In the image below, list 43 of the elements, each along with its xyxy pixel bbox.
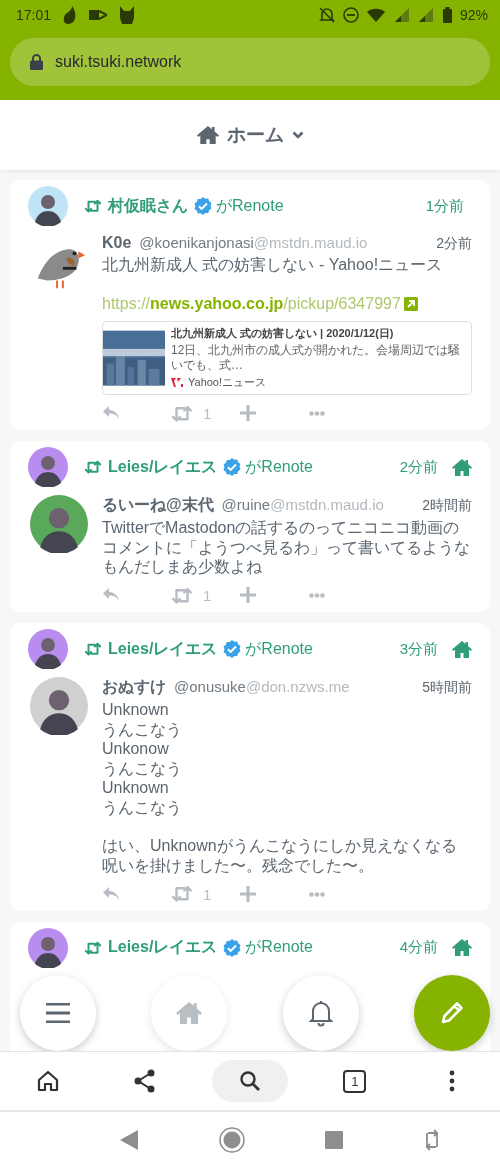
- note-text: TwitterでMastodonの話するのってニコニコ動画のコメントに「ようつべ見るわ」って書いてるようなもんだしまあ少数よね: [102, 518, 471, 577]
- renote-time[interactable]: 1分前: [425, 196, 464, 216]
- author-handle: @onusuke@don.nzws.me: [174, 678, 350, 696]
- renoter-name[interactable]: Leies/レイエス: [108, 937, 218, 959]
- renoter-name[interactable]: Leies/レイエス: [108, 638, 218, 660]
- renote-label: がRenote: [245, 456, 313, 477]
- site-name: Yahoo!ニュース: [188, 374, 267, 390]
- note-text: うんこなう: [102, 758, 183, 779]
- renote-label: がRenote: [216, 195, 284, 216]
- preview-title: 北九州新成人 式の妨害しない | 2020/1/12(日): [171, 325, 395, 341]
- note-text: Unknown: [102, 778, 170, 798]
- renote-time[interactable]: 3分前: [399, 639, 438, 659]
- note-text: うんこなう: [102, 797, 183, 818]
- battery-level: 92%: [459, 7, 488, 23]
- renoter-name[interactable]: Leies/レイエス: [108, 456, 218, 478]
- clock: 17:01: [16, 7, 52, 23]
- renote-label: がRenote: [245, 937, 313, 958]
- timeline-title[interactable]: ホーム: [226, 122, 284, 148]
- note-time[interactable]: 2時間前: [422, 497, 472, 516]
- note-time[interactable]: 2分前: [436, 235, 472, 253]
- renote-time[interactable]: 2分前: [399, 457, 438, 477]
- renote-button[interactable]: 1: [171, 586, 240, 605]
- note-text: はい、Unknownがうんこなうにしか見えなくなる呪いを掛けました〜。残念でした〜。: [102, 836, 458, 876]
- renote-label: がRenote: [245, 638, 313, 659]
- note-time[interactable]: 5時間前: [422, 679, 472, 698]
- note-text: 北九州新成人 式の妨害しない - Yahoo!ニュース: [102, 255, 444, 275]
- author-name[interactable]: おぬすけ: [102, 677, 166, 699]
- note-text: Unkonow: [102, 739, 170, 759]
- preview-description: 12日、北九州市の成人式が開かれた。会場周辺では騒いでも、式…: [171, 342, 462, 373]
- tabs-button[interactable]: 1: [324, 1060, 385, 1102]
- address-bar[interactable]: suki.tsuki.network: [10, 38, 490, 86]
- note-text: Unknown: [102, 700, 170, 720]
- author-name[interactable]: K0e: [102, 234, 132, 252]
- author-handle: @ruine@mstdn.maud.io: [221, 496, 384, 514]
- author-name[interactable]: るいーね@末代: [102, 495, 214, 517]
- renote-time[interactable]: 4分前: [399, 938, 438, 958]
- note-text: うんこなう: [102, 719, 183, 740]
- renoter-name[interactable]: 村仮眠さん: [108, 195, 188, 217]
- link[interactable]: https://news.yahoo.co.jp/pickup/6347997: [102, 294, 401, 313]
- renote-button[interactable]: 1: [171, 885, 240, 903]
- renote-button[interactable]: 1: [171, 404, 240, 423]
- link-preview[interactable]: 北九州新成人 式の妨害しない | 2020/1/12(日) 12日、北九州市の成人式が開かれた。会場周辺では騒いでも、式… Yahoo!ニュース: [102, 320, 472, 395]
- author-handle: @koenikanjonasi@mstdn.maud.io: [139, 234, 368, 251]
